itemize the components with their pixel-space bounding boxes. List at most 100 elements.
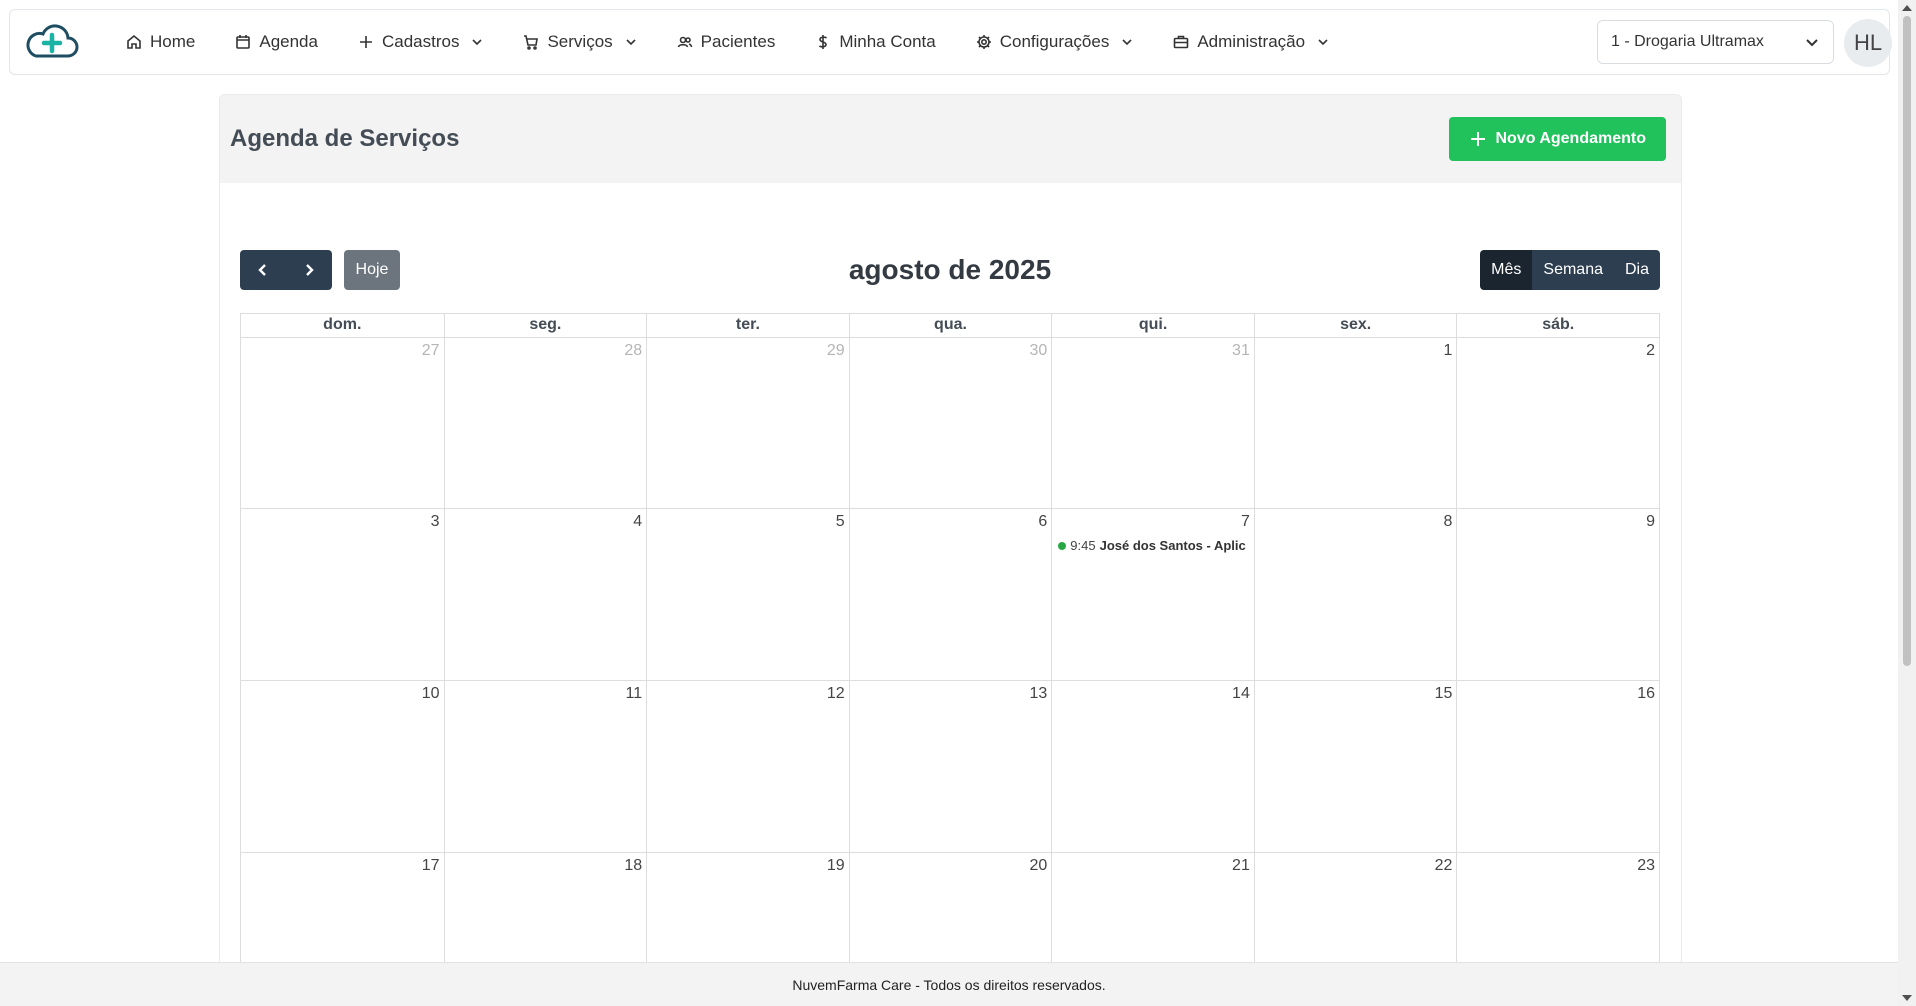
nav-cadastros[interactable]: Cadastros bbox=[338, 22, 503, 62]
calendar-day-cell[interactable]: 11 bbox=[443, 681, 647, 852]
day-number[interactable]: 10 bbox=[422, 685, 440, 703]
calendar-day-cell[interactable]: 1 bbox=[1253, 338, 1457, 508]
nav-servicos-label: Serviços bbox=[547, 32, 613, 51]
calendar-grid: dom. seg. ter. qua. qui. sex. sáb. 27 28 2… bbox=[240, 313, 1660, 1005]
event-dot-icon bbox=[1058, 541, 1067, 550]
calendar-day-cell[interactable]: 2 bbox=[1456, 338, 1659, 508]
calendar-day-cell[interactable]: 13 bbox=[848, 681, 1052, 852]
new-appointment-button[interactable]: Novo Agendamento bbox=[1449, 117, 1666, 161]
calendar-day-cell[interactable]: 8 bbox=[1253, 509, 1457, 680]
scroll-down-arrow-icon[interactable] bbox=[1902, 995, 1912, 1001]
day-number[interactable]: 4 bbox=[633, 513, 642, 531]
scroll-thumb[interactable] bbox=[1903, 16, 1911, 666]
nav-servicos[interactable]: Serviços bbox=[503, 22, 656, 62]
store-select-value: 1 - Drogaria Ultramax bbox=[1611, 33, 1764, 50]
today-button[interactable]: Hoje bbox=[344, 250, 400, 290]
view-day-button[interactable]: Dia bbox=[1613, 250, 1660, 290]
day-number[interactable]: 2 bbox=[1646, 342, 1655, 360]
page-title: Agenda de Serviços bbox=[230, 125, 460, 152]
day-number[interactable]: 29 bbox=[827, 342, 845, 360]
nav-home[interactable]: Home bbox=[106, 22, 215, 62]
day-number[interactable]: 19 bbox=[827, 857, 845, 875]
prev-month-button[interactable] bbox=[240, 250, 286, 290]
store-select[interactable]: 1 - Drogaria Ultramax bbox=[1597, 20, 1834, 64]
calendar-day-cell[interactable]: 12 bbox=[646, 681, 849, 852]
calendar-toolbar: agosto de 2025 Hoje Mês Semana Dia bbox=[240, 250, 1660, 290]
calendar-day-cell[interactable]: 27 bbox=[241, 338, 444, 508]
calendar-week-row: 3 4 5 6 7 9:45 José dos Santos - Aplic 8 9 bbox=[240, 509, 1660, 681]
day-number[interactable]: 16 bbox=[1637, 685, 1655, 703]
calendar-day-cell[interactable]: 9 bbox=[1456, 509, 1659, 680]
event-time: 9:45 bbox=[1070, 538, 1096, 553]
calendar-day-cell[interactable]: 6 bbox=[848, 509, 1052, 680]
chevron-right-icon bbox=[306, 264, 314, 276]
chevron-down-icon bbox=[1122, 39, 1132, 46]
weekday-header: qua. bbox=[848, 314, 1052, 337]
gear-icon bbox=[976, 35, 991, 49]
calendar-day-cell[interactable]: 28 bbox=[443, 338, 647, 508]
nav-administracao[interactable]: Administração bbox=[1153, 22, 1349, 62]
day-number[interactable]: 31 bbox=[1232, 342, 1250, 360]
nav-minha-conta-label: Minha Conta bbox=[839, 32, 936, 51]
view-month-button[interactable]: Mês bbox=[1480, 250, 1533, 290]
new-appointment-label: Novo Agendamento bbox=[1495, 130, 1646, 147]
day-number[interactable]: 6 bbox=[1038, 513, 1047, 531]
weekday-header-row: dom. seg. ter. qua. qui. sex. sáb. bbox=[240, 313, 1660, 337]
cart-icon bbox=[524, 35, 539, 50]
view-week-button[interactable]: Semana bbox=[1532, 250, 1614, 290]
footer-text: NuvemFarma Care - Todos os direitos rese… bbox=[792, 976, 1106, 993]
day-number[interactable]: 20 bbox=[1029, 857, 1047, 875]
nav-agenda[interactable]: Agenda bbox=[215, 22, 338, 62]
calendar-day-cell[interactable]: 4 bbox=[443, 509, 647, 680]
day-number[interactable]: 13 bbox=[1029, 685, 1047, 703]
next-month-button[interactable] bbox=[286, 250, 332, 290]
user-avatar[interactable]: HL bbox=[1844, 19, 1892, 67]
day-number[interactable]: 18 bbox=[624, 857, 642, 875]
day-number[interactable]: 9 bbox=[1646, 513, 1655, 531]
cloud-plus-logo-icon[interactable] bbox=[24, 22, 80, 62]
calendar-event[interactable]: 9:45 José dos Santos - Aplic bbox=[1058, 538, 1254, 553]
day-number[interactable]: 3 bbox=[431, 513, 440, 531]
event-title: José dos Santos - Aplic bbox=[1099, 538, 1246, 553]
users-icon bbox=[677, 36, 692, 48]
page-scrollbar[interactable] bbox=[1898, 0, 1916, 1006]
calendar-day-cell[interactable]: 10 bbox=[241, 681, 444, 852]
day-number[interactable]: 21 bbox=[1232, 857, 1250, 875]
calendar-day-cell[interactable]: 16 bbox=[1456, 681, 1659, 852]
day-number[interactable]: 7 bbox=[1241, 513, 1250, 531]
card-header: Agenda de Serviços Novo Agendamento bbox=[220, 95, 1681, 183]
nav-administracao-label: Administração bbox=[1197, 32, 1306, 51]
nav-configuracoes[interactable]: Configurações bbox=[956, 22, 1154, 62]
weekday-header: dom. bbox=[323, 316, 362, 333]
calendar-day-cell[interactable]: 31 bbox=[1051, 338, 1254, 508]
calendar-week-row: 27 28 29 30 31 1 2 bbox=[240, 337, 1660, 509]
nav-minha-conta[interactable]: Minha Conta bbox=[795, 22, 955, 62]
day-number[interactable]: 17 bbox=[422, 857, 440, 875]
nav-agenda-label: Agenda bbox=[259, 32, 318, 51]
nav-configuracoes-label: Configurações bbox=[999, 32, 1110, 51]
day-number[interactable]: 11 bbox=[626, 685, 643, 703]
calendar-day-cell[interactable]: 15 bbox=[1253, 681, 1457, 852]
scroll-up-arrow-icon[interactable] bbox=[1902, 5, 1912, 11]
calendar-day-cell[interactable]: 7 9:45 José dos Santos - Aplic bbox=[1051, 509, 1254, 680]
day-number[interactable]: 8 bbox=[1444, 513, 1453, 531]
calendar-icon bbox=[236, 35, 251, 49]
calendar-day-cell[interactable]: 5 bbox=[646, 509, 849, 680]
day-number[interactable]: 12 bbox=[827, 685, 845, 703]
day-number[interactable]: 30 bbox=[1029, 342, 1047, 360]
day-number[interactable]: 28 bbox=[624, 342, 642, 360]
day-number[interactable]: 1 bbox=[1444, 342, 1453, 360]
day-number[interactable]: 5 bbox=[836, 513, 845, 531]
calendar-day-cell[interactable]: 3 bbox=[241, 509, 444, 680]
calendar-day-cell[interactable]: 14 bbox=[1051, 681, 1254, 852]
chevron-left-icon bbox=[258, 264, 266, 276]
nav-pacientes[interactable]: Pacientes bbox=[657, 22, 796, 62]
day-number[interactable]: 22 bbox=[1435, 857, 1453, 875]
day-number[interactable]: 14 bbox=[1232, 685, 1250, 703]
calendar-day-cell[interactable]: 29 bbox=[646, 338, 849, 508]
day-number[interactable]: 27 bbox=[422, 342, 440, 360]
calendar-day-cell[interactable]: 30 bbox=[848, 338, 1052, 508]
day-number[interactable]: 15 bbox=[1435, 685, 1453, 703]
view-toggle-group: Mês Semana Dia bbox=[1480, 250, 1660, 290]
day-number[interactable]: 23 bbox=[1637, 857, 1655, 875]
